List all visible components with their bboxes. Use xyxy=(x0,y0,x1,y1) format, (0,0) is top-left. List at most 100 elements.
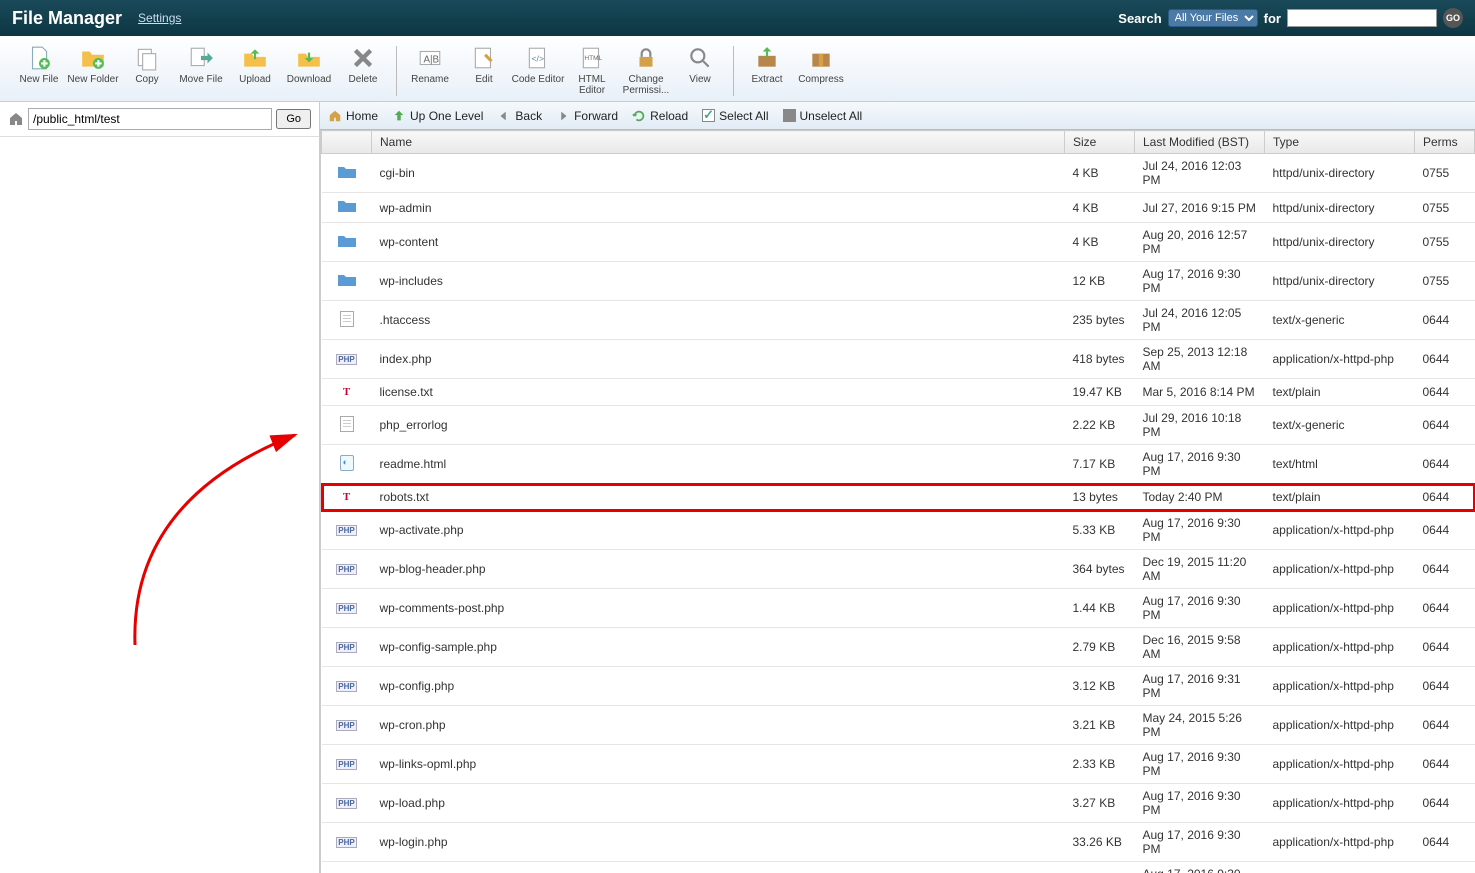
toolbar-label: Move File xyxy=(179,74,222,85)
file-icon-cell: PHP xyxy=(322,340,372,379)
table-row[interactable]: wp-admin4 KBJul 27, 2016 9:15 PMhttpd/un… xyxy=(322,193,1475,223)
file-type: application/x-httpd-php xyxy=(1265,862,1415,873)
search-go-button[interactable]: GO xyxy=(1443,8,1463,28)
col-modified[interactable]: Last Modified (BST) xyxy=(1135,131,1265,154)
table-row[interactable]: PHPwp-config-sample.php2.79 KBDec 16, 20… xyxy=(322,628,1475,667)
table-row[interactable]: php_errorlog2.22 KBJul 29, 2016 10:18 PM… xyxy=(322,406,1475,445)
php-icon: PHP xyxy=(337,561,357,577)
nav-forward[interactable]: Forward xyxy=(556,109,618,123)
toolbar-html-editor[interactable]: HTMLHTML Editor xyxy=(565,42,619,96)
file-type: application/x-httpd-php xyxy=(1265,667,1415,706)
toolbar-copy[interactable]: Copy xyxy=(120,42,174,85)
file-type: text/plain xyxy=(1265,484,1415,511)
file-type: text/x-generic xyxy=(1265,301,1415,340)
settings-link[interactable]: Settings xyxy=(138,11,181,25)
html-icon xyxy=(337,455,357,471)
table-row[interactable]: Trobots.txt13 bytesToday 2:40 PMtext/pla… xyxy=(322,484,1475,511)
nav-home[interactable]: Home xyxy=(328,109,378,123)
table-row[interactable]: PHPwp-comments-post.php1.44 KBAug 17, 20… xyxy=(322,589,1475,628)
toolbar-code-editor[interactable]: </> Code Editor xyxy=(511,42,565,85)
col-type[interactable]: Type xyxy=(1265,131,1415,154)
header-search: Search All Your Files for GO xyxy=(1118,8,1463,28)
table-row[interactable]: PHPwp-login.php33.26 KBAug 17, 2016 9:30… xyxy=(322,823,1475,862)
file-size: 3.21 KB xyxy=(1065,706,1135,745)
php-icon: PHP xyxy=(337,639,357,655)
table-row[interactable]: PHPwp-blog-header.php364 bytesDec 19, 20… xyxy=(322,550,1475,589)
file-size: 235 bytes xyxy=(1065,301,1135,340)
toolbar-change-permissions[interactable]: Change Permissi... xyxy=(619,42,673,96)
table-row[interactable]: wp-content4 KBAug 20, 2016 12:57 PMhttpd… xyxy=(322,223,1475,262)
download-icon xyxy=(295,44,323,72)
code-editor-icon: </> xyxy=(524,44,552,72)
toolbar-rename[interactable]: A|BRename xyxy=(403,42,457,85)
file-type: httpd/unix-directory xyxy=(1265,262,1415,301)
table-row[interactable]: PHPwp-load.php3.27 KBAug 17, 2016 9:30 P… xyxy=(322,784,1475,823)
file-perms: 0755 xyxy=(1415,193,1475,223)
table-row[interactable]: PHPwp-activate.php5.33 KBAug 17, 2016 9:… xyxy=(322,511,1475,550)
col-size[interactable]: Size xyxy=(1065,131,1135,154)
file-name: robots.txt xyxy=(372,484,1065,511)
file-table-wrap[interactable]: Name Size Last Modified (BST) Type Perms… xyxy=(320,130,1475,873)
toolbar-new-folder[interactable]: New Folder xyxy=(66,42,120,85)
file-perms: 0644 xyxy=(1415,379,1475,406)
html-editor-icon: HTML xyxy=(578,44,606,72)
table-row[interactable]: cgi-bin4 KBJul 24, 2016 12:03 PMhttpd/un… xyxy=(322,154,1475,193)
table-row[interactable]: .htaccess235 bytesJul 24, 2016 12:05 PMt… xyxy=(322,301,1475,340)
toolbar-compress[interactable]: Compress xyxy=(794,42,848,85)
col-icon[interactable] xyxy=(322,131,372,154)
toolbar-upload[interactable]: Upload xyxy=(228,42,282,85)
file-date: Jul 24, 2016 12:03 PM xyxy=(1135,154,1265,193)
file-date: Aug 17, 2016 9:30 PM xyxy=(1135,589,1265,628)
toolbar-delete[interactable]: Delete xyxy=(336,42,390,85)
col-name[interactable]: Name xyxy=(372,131,1065,154)
col-perms[interactable]: Perms xyxy=(1415,131,1475,154)
toolbar-download[interactable]: Download xyxy=(282,42,336,85)
toolbar-new-file[interactable]: New File xyxy=(12,42,66,85)
nav-back[interactable]: Back xyxy=(497,109,542,123)
table-row[interactable]: PHPindex.php418 bytesSep 25, 2013 12:18 … xyxy=(322,340,1475,379)
table-row[interactable]: PHPwp-links-opml.php2.33 KBAug 17, 2016 … xyxy=(322,745,1475,784)
file-icon-cell: PHP xyxy=(322,667,372,706)
file-size: 19.47 KB xyxy=(1065,379,1135,406)
nav-select-all[interactable]: Select All xyxy=(702,109,768,123)
upload-icon xyxy=(241,44,269,72)
table-row[interactable]: wp-includes12 KBAug 17, 2016 9:30 PMhttp… xyxy=(322,262,1475,301)
nav-reload[interactable]: Reload xyxy=(632,109,688,123)
toolbar-label: Change Permissi... xyxy=(619,74,673,96)
file-size: 3.27 KB xyxy=(1065,784,1135,823)
table-row[interactable]: PHPwp-cron.php3.21 KBMay 24, 2015 5:26 P… xyxy=(322,706,1475,745)
nav-up-one-level[interactable]: Up One Level xyxy=(392,109,483,123)
nav-unselect-all[interactable]: Unselect All xyxy=(783,109,863,123)
edit-icon xyxy=(470,44,498,72)
file-name: wp-links-opml.php xyxy=(372,745,1065,784)
php-icon: PHP xyxy=(337,600,357,616)
table-row[interactable]: PHPwp-mail.php7.6 KBAug 17, 2016 9:30 PM… xyxy=(322,862,1475,873)
toolbar-edit[interactable]: Edit xyxy=(457,42,511,85)
table-row[interactable]: PHPwp-config.php3.12 KBAug 17, 2016 9:31… xyxy=(322,667,1475,706)
file-date: Today 2:40 PM xyxy=(1135,484,1265,511)
file-perms: 0644 xyxy=(1415,301,1475,340)
search-scope-select[interactable]: All Your Files xyxy=(1168,9,1258,27)
file-type: application/x-httpd-php xyxy=(1265,784,1415,823)
file-size: 2.22 KB xyxy=(1065,406,1135,445)
file-size: 4 KB xyxy=(1065,154,1135,193)
toolbar-separator xyxy=(733,46,734,96)
file-icon-cell xyxy=(322,445,372,484)
file-type: httpd/unix-directory xyxy=(1265,154,1415,193)
toolbar-move-file[interactable]: Move File xyxy=(174,42,228,85)
folder-icon xyxy=(337,164,357,180)
generic-icon xyxy=(337,416,357,432)
table-row[interactable]: readme.html7.17 KBAug 17, 2016 9:30 PMte… xyxy=(322,445,1475,484)
file-icon-cell: PHP xyxy=(322,823,372,862)
path-go-button[interactable]: Go xyxy=(276,109,311,129)
file-date: Aug 17, 2016 9:30 PM xyxy=(1135,262,1265,301)
table-row[interactable]: Tlicense.txt19.47 KBMar 5, 2016 8:14 PMt… xyxy=(322,379,1475,406)
path-input[interactable] xyxy=(28,108,272,130)
file-size: 5.33 KB xyxy=(1065,511,1135,550)
toolbar-label: Code Editor xyxy=(512,74,565,85)
toolbar-label: Delete xyxy=(349,74,378,85)
toolbar-view[interactable]: View xyxy=(673,42,727,85)
unselect-all-icon xyxy=(783,109,796,122)
search-input[interactable] xyxy=(1287,9,1437,27)
toolbar-extract[interactable]: Extract xyxy=(740,42,794,85)
